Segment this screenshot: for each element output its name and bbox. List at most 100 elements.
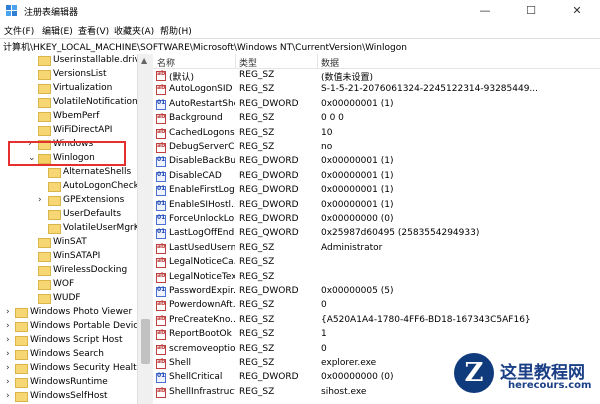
value-row[interactable]: DebugServerC... REG_SZ no (153, 141, 600, 155)
value-row[interactable]: LegalNoticeText REG_SZ (153, 271, 600, 285)
registry-editor-icon (6, 5, 17, 16)
menu-favorites[interactable]: 收藏夹(A) (114, 24, 154, 37)
value-row[interactable]: LastUsedUsern... REG_SZ Administrator (153, 242, 600, 256)
scrollbar-thumb[interactable] (141, 319, 150, 364)
menu-edit[interactable]: 编辑(E) (42, 24, 73, 37)
tree-item-wudf[interactable]: WUDF (0, 292, 137, 306)
expand-arrow-icon[interactable]: › (6, 321, 10, 331)
tree-item-windowsruntime[interactable]: › WindowsRuntime (0, 376, 137, 390)
column-header-name[interactable]: 名称 (157, 56, 175, 69)
key-tree[interactable]: Userinstallable.driver VersionsList Virt… (0, 54, 137, 404)
value-row[interactable]: LegalNoticeCa... REG_SZ (153, 256, 600, 270)
tree-item-wof[interactable]: WOF (0, 278, 137, 292)
tree-item-userinstallable[interactable]: Userinstallable.driver (0, 54, 137, 68)
value-name: DebugServerC... (169, 142, 235, 152)
value-row[interactable]: EnableFirstLog... REG_DWORD 0x00000001 (1) (153, 184, 600, 198)
column-header-type[interactable]: 类型 (239, 56, 257, 69)
expand-arrow-icon[interactable]: › (38, 195, 42, 205)
binary-value-icon (156, 372, 166, 384)
tree-item-versionslist[interactable]: VersionsList (0, 68, 137, 82)
tree-item-label: Windows Script Host (30, 335, 123, 345)
value-type: REG_SZ (239, 70, 275, 80)
tree-item-wirelessdocking[interactable]: WirelessDocking (0, 264, 137, 278)
winlogon-highlight (8, 141, 126, 166)
menu-file[interactable]: 文件(F) (4, 24, 34, 37)
tree-item-windows-photo-viewer[interactable]: › Windows Photo Viewer (0, 306, 137, 320)
tree-item-label: WUDF (53, 293, 81, 303)
value-row[interactable]: PreCreateKno... REG_SZ {A520A1A4-1780-4FF6… (153, 314, 600, 328)
value-type: REG_SZ (239, 127, 275, 138)
expand-arrow-icon[interactable]: › (6, 307, 10, 317)
value-type: REG_SZ (239, 314, 275, 325)
string-value-icon (156, 358, 166, 369)
site-watermark: Z 这里教程网 herecours.com (448, 350, 600, 404)
column-divider[interactable] (317, 54, 318, 68)
minimize-button[interactable]: — (462, 0, 508, 22)
binary-value-icon (156, 156, 166, 168)
value-data: S-1-5-21-2076061324-2245122314-93285449.… (321, 84, 539, 95)
value-row[interactable]: CachedLogons... REG_SZ 10 (153, 127, 600, 141)
expand-arrow-icon[interactable]: › (6, 335, 10, 345)
value-type: REG_SZ (239, 271, 275, 282)
tree-item-wifidirectapi[interactable]: WiFiDirectAPI (0, 124, 137, 138)
value-row[interactable]: DisableBackBu... REG_DWORD 0x00000001 (1) (153, 155, 600, 169)
address-path[interactable]: 计算机\HKEY_LOCAL_MACHINE\SOFTWARE\Microsof… (3, 40, 407, 53)
tree-item-wbemperf[interactable]: WbemPerf (0, 110, 137, 124)
tree-item-windows-script-host[interactable]: › Windows Script Host (0, 334, 137, 348)
value-row[interactable]: (默认) REG_SZ (数值未设置) (153, 69, 600, 83)
value-row[interactable]: PowerdownAft... REG_SZ 0 (153, 299, 600, 313)
value-type: REG_SZ (239, 343, 275, 354)
maximize-button[interactable]: ☐ (508, 0, 554, 22)
folder-icon (38, 280, 51, 290)
value-row[interactable]: AutoLogonSID REG_SZ S-1-5-21-2076061324-22… (153, 83, 600, 97)
value-type: REG_SZ (239, 84, 275, 95)
string-value-icon (156, 70, 166, 81)
value-name: ReportBootOk (169, 329, 232, 340)
tree-item-userdefaults[interactable]: UserDefaults (0, 208, 137, 222)
expand-arrow-icon[interactable]: › (6, 349, 10, 359)
value-row[interactable]: DisableCAD REG_DWORD 0x00000001 (1) (153, 170, 600, 184)
tree-item-winsatapi[interactable]: WinSATAPI (0, 250, 137, 264)
value-data: 0x25987d60495 (2583554294933) (321, 228, 480, 239)
value-row[interactable]: ReportBootOk REG_SZ 1 (153, 328, 600, 342)
folder-icon (48, 182, 61, 192)
address-bar[interactable]: 计算机\HKEY_LOCAL_MACHINE\SOFTWARE\Microsof… (0, 38, 600, 55)
tree-item-virtualization[interactable]: Virtualization (0, 82, 137, 96)
value-row[interactable]: Background REG_SZ 0 0 0 (153, 112, 600, 126)
expand-arrow-icon[interactable]: › (6, 377, 10, 387)
value-name: AutoRestartShell (169, 98, 235, 109)
column-divider[interactable] (235, 54, 236, 68)
folder-icon (48, 168, 61, 178)
expand-arrow-icon[interactable]: › (6, 391, 10, 401)
value-type: REG_SZ (239, 300, 275, 311)
tree-item-autologonchecked[interactable]: AutoLogonChecke (0, 180, 137, 194)
value-row[interactable]: PasswordExpir... REG_DWORD 0x00000005 (5) (153, 285, 600, 299)
value-name: LegalNoticeCa... (169, 257, 235, 268)
column-header-data[interactable]: 数据 (321, 56, 339, 69)
tree-item-gpextensions[interactable]: › GPExtensions (0, 194, 137, 208)
tree-item-volatileusermgrkey[interactable]: VolatileUserMgrK (0, 222, 137, 236)
close-button[interactable]: ✕ (554, 0, 600, 22)
tree-item-volatilenotifications[interactable]: VolatileNotifications (0, 96, 137, 110)
menu-view[interactable]: 查看(V) (78, 24, 109, 37)
menu-help[interactable]: 帮助(H) (160, 24, 192, 37)
tree-item-windows-search[interactable]: › Windows Search (0, 348, 137, 362)
value-row[interactable]: AutoRestartShell REG_DWORD 0x00000001 (1) (153, 98, 600, 112)
tree-item-winsat[interactable]: WinSAT (0, 236, 137, 250)
tree-item-windows-security-health[interactable]: › Windows Security Health (0, 362, 137, 376)
tree-item-windowsselfhost[interactable]: › WindowsSelfHost (0, 390, 137, 404)
binary-value-icon (156, 286, 166, 297)
expand-arrow-icon[interactable]: › (6, 363, 10, 373)
value-row[interactable]: ForceUnlockLo... REG_DWORD 0x00000000 (0) (153, 213, 600, 227)
tree-item-label: Windows Search (30, 349, 104, 359)
tree-item-label: WbemPerf (53, 111, 100, 121)
value-data: 0x00000005 (5) (321, 286, 394, 296)
value-row[interactable]: EnableSIHostl... REG_DWORD 0x00000001 (1) (153, 199, 600, 213)
value-row[interactable]: LastLogOffEnd... REG_QWORD 0x25987d60495 (… (153, 227, 600, 241)
folder-icon (15, 336, 28, 346)
scroll-up-arrow-icon[interactable]: ▲ (141, 56, 147, 65)
binary-value-icon (156, 171, 166, 182)
tree-item-alternateshells[interactable]: AlternateShells (0, 166, 137, 180)
tree-item-windows-portable-devices[interactable]: › Windows Portable Devices (0, 320, 137, 334)
folder-icon (38, 84, 51, 94)
